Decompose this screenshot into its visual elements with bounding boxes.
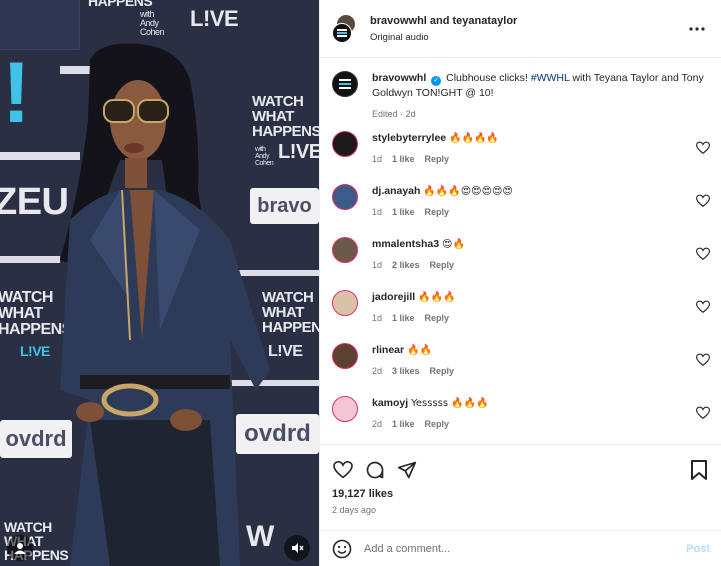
avatar[interactable] [332, 131, 358, 157]
comment-username[interactable]: mmalentsha3 [372, 238, 439, 250]
wall-live-top: L!VE [190, 6, 239, 31]
avatar[interactable] [332, 396, 358, 422]
caption-time: 2d [405, 109, 416, 119]
caption-username[interactable]: bravowwhl [372, 72, 426, 84]
reply-button[interactable]: Reply [425, 207, 450, 217]
wall-logo-top: HAPPENS [88, 0, 153, 9]
reply-button[interactable]: Reply [425, 419, 450, 429]
comment-like-heart-icon[interactable] [696, 141, 710, 155]
comment-like-heart-icon[interactable] [696, 353, 710, 367]
post-viewer: HAPPENS with Andy Cohen L!VE ! WATCH WHA… [0, 0, 721, 566]
comment-time: 2d [372, 366, 383, 376]
post-actions: 19,127 likes 2 days ago [320, 444, 721, 524]
avatar[interactable] [332, 343, 358, 369]
comment-text: 😍🔥 [442, 239, 465, 250]
comment-username[interactable]: kamoyj [372, 397, 408, 409]
comment-text: 🔥🔥🔥🔥 [449, 133, 499, 144]
post-date: 2 days ago [332, 505, 377, 515]
avatar[interactable] [332, 290, 358, 316]
comment-like-heart-icon[interactable] [696, 406, 710, 420]
likes-count[interactable]: 19,127 likes [320, 485, 721, 500]
avatar[interactable] [332, 71, 358, 97]
comment-username[interactable]: stylebyterrylee [372, 132, 446, 144]
share-plane-icon[interactable] [396, 459, 418, 481]
comment-input[interactable] [364, 542, 687, 555]
collab-avatars[interactable] [332, 13, 362, 44]
post-header: bravowwhl and teyanataylor Original audi… [320, 0, 721, 58]
post-media[interactable]: HAPPENS with Andy Cohen L!VE ! WATCH WHA… [0, 0, 319, 566]
comment-item: jadorejill 🔥🔥🔥 1d 1 like Reply [332, 290, 710, 336]
comment-item: dj.anayah 🔥🔥🔥😍😍😍😍😍 1d 1 like Reply [332, 184, 710, 230]
comment-item: stylebyterrylee 🔥🔥🔥🔥 1d 1 like Reply [332, 131, 710, 177]
audio-label[interactable]: Original audio [370, 32, 685, 43]
comment-text: 🔥🔥🔥 [418, 292, 456, 303]
comment-like-heart-icon[interactable] [696, 194, 710, 208]
wall-with-text: with Andy Cohen [140, 9, 165, 37]
wall-live-right: L!VE [278, 141, 319, 163]
comment-likes[interactable]: 3 likes [392, 366, 420, 376]
save-bookmark-icon[interactable] [688, 459, 710, 481]
comment-likes[interactable]: 1 like [392, 313, 415, 323]
comment-likes[interactable]: 2 likes [392, 260, 420, 270]
comment-item: kamoyj Yesssss 🔥🔥🔥 2d 1 like Reply [332, 396, 710, 442]
like-heart-icon[interactable] [332, 459, 354, 481]
comment-item: rlinear 🔥🔥 2d 3 likes Reply [332, 343, 710, 389]
comment-text: 🔥🔥🔥😍😍😍😍😍 [423, 186, 513, 197]
comment-like-heart-icon[interactable] [696, 300, 710, 314]
post-caption: bravowwhl ✓ Clubhouse clicks! #WWHL with… [320, 59, 721, 122]
comment-like-heart-icon[interactable] [696, 247, 710, 261]
comment-text: 🔥🔥 [407, 345, 432, 356]
comment-bubble-icon[interactable] [364, 459, 386, 481]
comment-text: Yesssss 🔥🔥🔥 [411, 398, 489, 409]
reply-button[interactable]: Reply [430, 260, 455, 270]
verified-badge-icon: ✓ [431, 76, 442, 86]
comment-time: 1d [372, 260, 383, 270]
comment-time: 1d [372, 313, 383, 323]
comment-likes[interactable]: 1 like [392, 154, 415, 164]
hashtag-link[interactable]: #WWHL [531, 72, 570, 84]
mute-icon[interactable] [284, 535, 310, 561]
reply-button[interactable]: Reply [425, 154, 450, 164]
tagged-users-icon[interactable] [7, 535, 33, 561]
comment-username[interactable]: jadorejill [372, 291, 415, 303]
comment-item: mmalentsha3 😍🔥 1d 2 likes Reply [332, 237, 710, 283]
post-details-panel: bravowwhl and teyanataylor Original audi… [319, 0, 721, 566]
comment-time: 1d [372, 207, 383, 217]
comment-composer: Post [320, 530, 721, 566]
avatar [332, 22, 352, 43]
emoji-icon[interactable] [332, 539, 352, 559]
wall-bang: ! [2, 45, 31, 141]
comment-time: 1d [372, 154, 383, 164]
person-figure [60, 43, 270, 566]
caption-meta: Edited · 2d [372, 109, 416, 119]
comment-username[interactable]: dj.anayah [372, 185, 420, 197]
reply-button[interactable]: Reply [425, 313, 450, 323]
avatar[interactable] [332, 184, 358, 210]
post-comment-button[interactable]: Post [686, 543, 710, 555]
avatar[interactable] [332, 237, 358, 263]
edited-label: Edited [372, 109, 398, 119]
comment-username[interactable]: rlinear [372, 344, 404, 356]
comment-likes[interactable]: 1 like [392, 419, 415, 429]
comment-time: 2d [372, 419, 383, 429]
post-authors[interactable]: bravowwhl and teyanataylor [370, 15, 685, 27]
comment-likes[interactable]: 1 like [392, 207, 415, 217]
comments-section[interactable]: bravowwhl ✓ Clubhouse clicks! #WWHL with… [320, 59, 721, 444]
caption-text: Clubhouse clicks! [446, 72, 531, 84]
reply-button[interactable]: Reply [430, 366, 455, 376]
more-horizontal-icon[interactable] [685, 17, 709, 41]
